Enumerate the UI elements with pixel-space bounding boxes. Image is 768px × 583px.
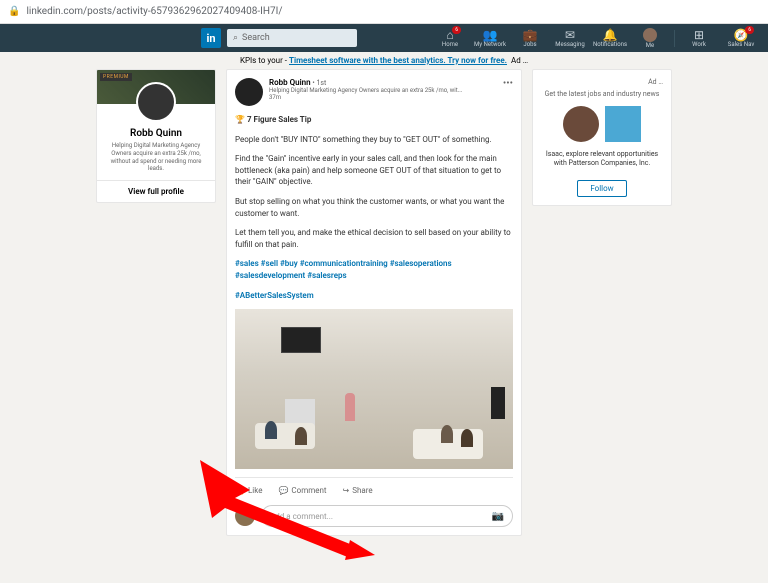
follow-button[interactable]: Follow [577,180,626,197]
nav-network[interactable]: 👥My Network [471,28,509,49]
share-button[interactable]: ↪Share [343,486,373,495]
lock-icon: 🔒 [8,6,20,17]
post-menu-button[interactable]: ••• [503,78,513,89]
like-icon: 👍 [235,486,245,495]
ad-card: Ad … Get the latest jobs and industry ne… [532,69,672,206]
premium-badge: PREMIUM [100,73,132,81]
ad-user-avatar [563,106,599,142]
linkedin-logo[interactable]: in [201,28,221,48]
url-text: linkedin.com/posts/activity-657936296202… [26,6,282,17]
post-author-name[interactable]: Robb Quinn [269,78,311,87]
comment-button[interactable]: 💬Comment [278,486,326,495]
comment-avatar[interactable] [235,506,255,526]
avatar-icon [643,28,657,42]
comment-input[interactable]: Add a comment... 📷 [261,505,513,527]
like-button[interactable]: 👍Like [235,486,262,495]
ad-text: Isaac, explore relevant opportunities wi… [541,150,663,168]
ad-headline: Get the latest jobs and industry news [541,90,663,98]
search-icon: ⌕ [233,33,238,43]
ad-link[interactable]: Timesheet software with the best analyti… [289,56,507,65]
bell-icon: 🔔 [603,29,618,41]
post-card: Robb Quinn • 1st Helping Digital Marketi… [226,69,522,536]
briefcase-icon: 💼 [523,29,538,41]
post-image[interactable] [235,309,513,469]
comment-placeholder: Add a comment... [270,512,333,521]
ad-label[interactable]: Ad … [541,78,663,86]
grid-icon: ⊞ [694,29,704,41]
search-placeholder: Search [242,33,270,43]
profile-card: PREMIUM Robb Quinn Helping Digital Marke… [96,69,216,203]
nav-home[interactable]: ⌂Home6 [431,28,469,49]
salesnav-badge: 6 [745,26,754,34]
post-time: 37m [269,94,513,101]
post-hashtags[interactable]: #sales #sell #buy #communicationtraining… [235,258,513,281]
nav-me[interactable]: Me [631,28,669,49]
people-icon: 👥 [483,29,498,41]
top-nav: in ⌕ Search ⌂Home6 👥My Network 💼Jobs ✉Me… [0,24,768,52]
profile-name[interactable]: Robb Quinn [97,128,215,139]
search-input[interactable]: ⌕ Search [227,29,357,47]
post-body: 🏆 7 Figure Sales Tip People don't "BUY I… [235,114,513,301]
post-author-headline: Helping Digital Marketing Agency Owners … [269,87,513,94]
nav-salesnav[interactable]: 🧭Sales Nav6 [720,28,762,49]
nav-messaging[interactable]: ✉Messaging [551,28,589,49]
trophy-icon: 🏆 [235,115,245,124]
engagement-bar: 👍Like 💬Comment ↪Share [235,477,513,499]
view-profile-button[interactable]: View full profile [97,180,215,202]
comment-icon: 💬 [278,486,288,495]
chat-icon: ✉ [565,29,575,41]
sponsored-line: KPIs to your - Timesheet software with t… [0,52,768,69]
ad-company-logo [605,106,641,142]
nav-notifications[interactable]: 🔔Notifications [591,28,629,49]
nav-jobs[interactable]: 💼Jobs [511,28,549,49]
profile-desc: Helping Digital Marketing Agency Owners … [97,139,215,176]
nav-work[interactable]: ⊞Work [680,28,718,49]
url-bar[interactable]: 🔒 linkedin.com/posts/activity-6579362962… [0,0,768,24]
profile-avatar[interactable] [136,82,176,122]
home-badge: 6 [452,26,461,34]
share-icon: ↪ [343,486,350,495]
camera-icon[interactable]: 📷 [492,511,504,522]
post-hashtag-brand[interactable]: #ABetterSalesSystem [235,290,513,302]
post-author-avatar[interactable] [235,78,263,106]
